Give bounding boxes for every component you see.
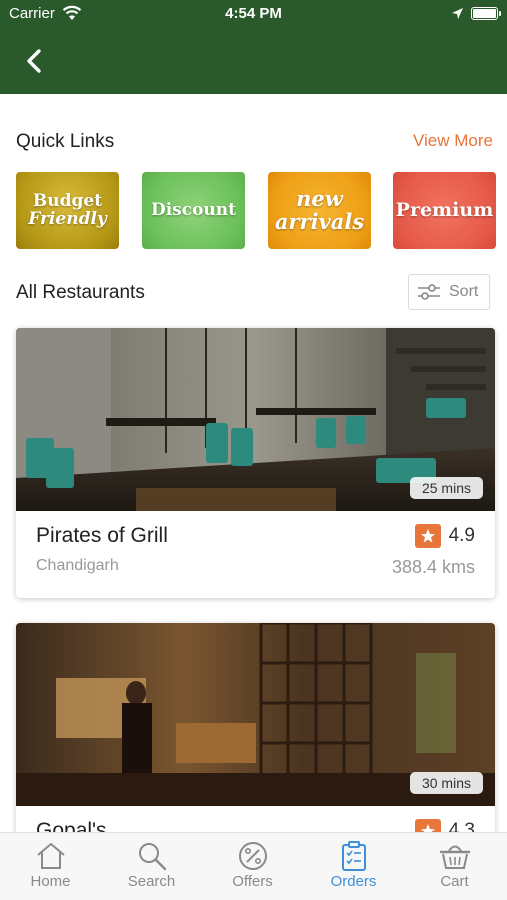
status-bar: Carrier 4:54 PM bbox=[0, 0, 507, 28]
tab-label: Offers bbox=[232, 873, 273, 890]
rating-value: 4.3 bbox=[448, 820, 475, 832]
clipboard-icon bbox=[341, 841, 366, 871]
all-restaurants-title: All Restaurants bbox=[16, 282, 145, 303]
restaurant-rating: 4.3 bbox=[414, 819, 475, 832]
clock-time: 4:54 PM bbox=[225, 5, 282, 22]
tab-label: Home bbox=[30, 873, 71, 890]
quick-link-label: Friendly bbox=[28, 208, 107, 229]
battery-icon bbox=[471, 7, 501, 20]
tab-bar: Home Search Offers Orders Cart bbox=[0, 832, 507, 900]
main-content[interactable]: Quick Links View More Budget Friendly Dis… bbox=[0, 94, 507, 832]
sort-label: Sort bbox=[449, 283, 479, 300]
tab-cart[interactable]: Cart bbox=[404, 833, 505, 900]
restaurant-city: Chandigarh bbox=[36, 557, 119, 574]
view-more-link[interactable]: View More bbox=[413, 131, 493, 151]
quick-links-title: Quick Links bbox=[16, 131, 115, 152]
home-icon bbox=[36, 843, 65, 869]
quick-link-budget-friendly[interactable]: Budget Friendly bbox=[16, 172, 119, 249]
quick-link-label: Discount bbox=[150, 199, 237, 220]
restaurant-rating: 4.9 bbox=[414, 524, 475, 548]
quick-link-new-arrivals[interactable]: new arrivals bbox=[268, 172, 371, 249]
quick-link-label: arrivals bbox=[274, 208, 365, 234]
tab-orders[interactable]: Orders bbox=[303, 833, 404, 900]
quick-link-discount[interactable]: Discount bbox=[142, 172, 245, 249]
restaurant-photo: 25 mins bbox=[16, 328, 495, 511]
restaurant-name: Pirates of Grill bbox=[36, 524, 168, 547]
tab-offers[interactable]: Offers bbox=[202, 833, 303, 900]
tab-home[interactable]: Home bbox=[0, 833, 101, 900]
star-icon bbox=[414, 819, 441, 832]
basket-icon bbox=[439, 845, 470, 869]
percent-icon bbox=[238, 842, 267, 870]
navigation-bar bbox=[0, 28, 507, 94]
quick-link-premium[interactable]: Premium bbox=[393, 172, 496, 249]
sliders-icon bbox=[418, 284, 440, 300]
restaurant-distance: 388.4 kms bbox=[391, 557, 475, 577]
quick-link-label: Premium bbox=[395, 198, 494, 221]
chevron-left-icon[interactable] bbox=[20, 46, 50, 76]
star-icon bbox=[414, 524, 441, 548]
restaurant-card[interactable]: 25 mins Pirates of Grill Chandigarh 4.9 … bbox=[16, 328, 495, 598]
location-arrow-icon bbox=[452, 8, 463, 19]
restaurant-name: Gopal's bbox=[36, 819, 107, 832]
restaurant-card[interactable]: 30 mins Gopal's 4.3 bbox=[16, 623, 495, 832]
search-icon bbox=[138, 843, 166, 871]
sort-button[interactable]: Sort bbox=[408, 274, 490, 310]
tab-search[interactable]: Search bbox=[101, 833, 202, 900]
restaurant-photo: 30 mins bbox=[16, 623, 495, 806]
tab-label: Search bbox=[127, 873, 176, 890]
delivery-time-badge: 30 mins bbox=[409, 772, 483, 794]
tab-label: Cart bbox=[440, 873, 469, 890]
tab-label: Orders bbox=[330, 873, 377, 890]
delivery-time-badge: 25 mins bbox=[409, 477, 483, 499]
rating-value: 4.9 bbox=[448, 525, 475, 546]
